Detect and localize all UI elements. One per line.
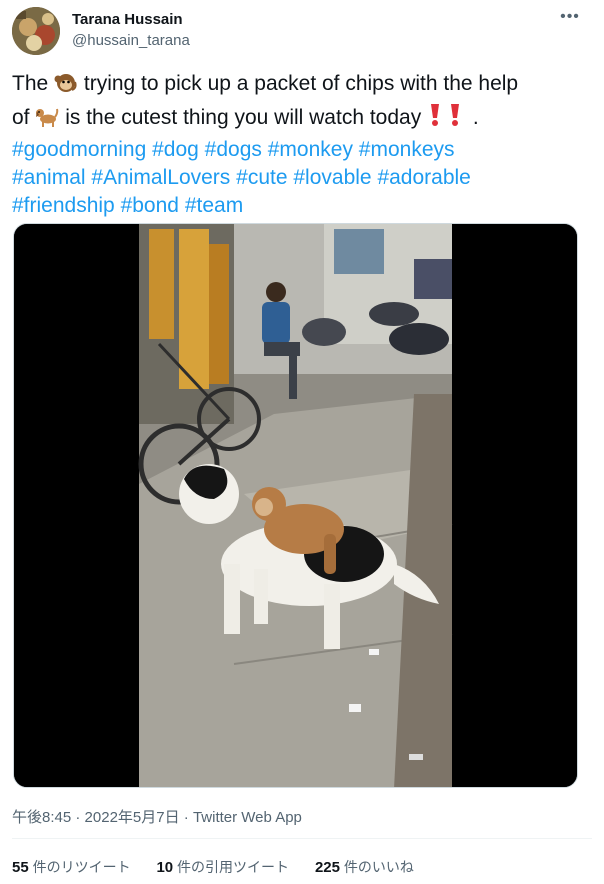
tweet-date[interactable]: 2022年5月7日 (85, 809, 180, 826)
hashtag-link[interactable]: #adorable (377, 166, 470, 189)
video-player[interactable] (13, 223, 578, 788)
divider (12, 838, 592, 839)
tweet-text-part: is the cutest thing you will watch today (59, 106, 428, 129)
tweet-header: Tarana Hussain @hussain_tarana ••• (0, 0, 604, 62)
more-horizontal-icon[interactable]: ••• (554, 8, 586, 28)
hashtag-link[interactable]: #bond (121, 194, 179, 217)
hashtag-link[interactable]: #monkeys (359, 138, 455, 161)
hashtag-link[interactable]: #animal (12, 166, 86, 189)
video-thumbnail (14, 224, 577, 787)
author-handle[interactable]: @hussain_tarana (72, 32, 190, 49)
like-count[interactable]: 225 件のいいね (315, 859, 414, 876)
tweet-time[interactable]: 午後8:45 (12, 809, 71, 826)
hashtag-link[interactable]: #friendship (12, 194, 115, 217)
tweet-source[interactable]: Twitter Web App (193, 809, 302, 826)
tweet-text-part: trying to pick up a packet of chips with… (78, 72, 519, 95)
tweet-text-part: of (12, 106, 36, 129)
monkey-emoji (54, 70, 78, 102)
author-name[interactable]: Tarana Hussain (72, 11, 183, 28)
tweet-stats: 55 件のリツイート 10 件の引用ツイート 225 件のいいね (12, 857, 436, 877)
tweet-text: The trying to pick up a packet of chips … (12, 70, 587, 220)
quote-tweet-count[interactable]: 10 件の引用ツイート (156, 859, 289, 876)
hashtag-link[interactable]: #AnimalLovers (91, 166, 230, 189)
tweet-timestamp: 午後8:45 · 2022年5月7日 · Twitter Web App (12, 806, 302, 827)
exclamation-emoji (427, 102, 467, 136)
avatar-photo (12, 7, 60, 55)
hashtag-link[interactable]: #monkey (268, 138, 353, 161)
avatar[interactable] (12, 7, 60, 55)
tweet-text-part: The (12, 72, 55, 95)
hashtag-link[interactable]: #dog (152, 138, 199, 161)
hashtag-link[interactable]: #lovable (293, 166, 371, 189)
separator: · (179, 809, 193, 826)
dog-emoji (35, 104, 59, 136)
hashtag-link[interactable]: #cute (236, 166, 287, 189)
hashtag-link[interactable]: #team (185, 194, 243, 217)
hashtag-link[interactable]: #goodmorning (12, 138, 146, 161)
separator: · (71, 809, 85, 826)
retweet-count[interactable]: 55 件のリツイート (12, 859, 131, 876)
tweet-text-part: . (467, 106, 479, 129)
hashtag-link[interactable]: #dogs (205, 138, 262, 161)
